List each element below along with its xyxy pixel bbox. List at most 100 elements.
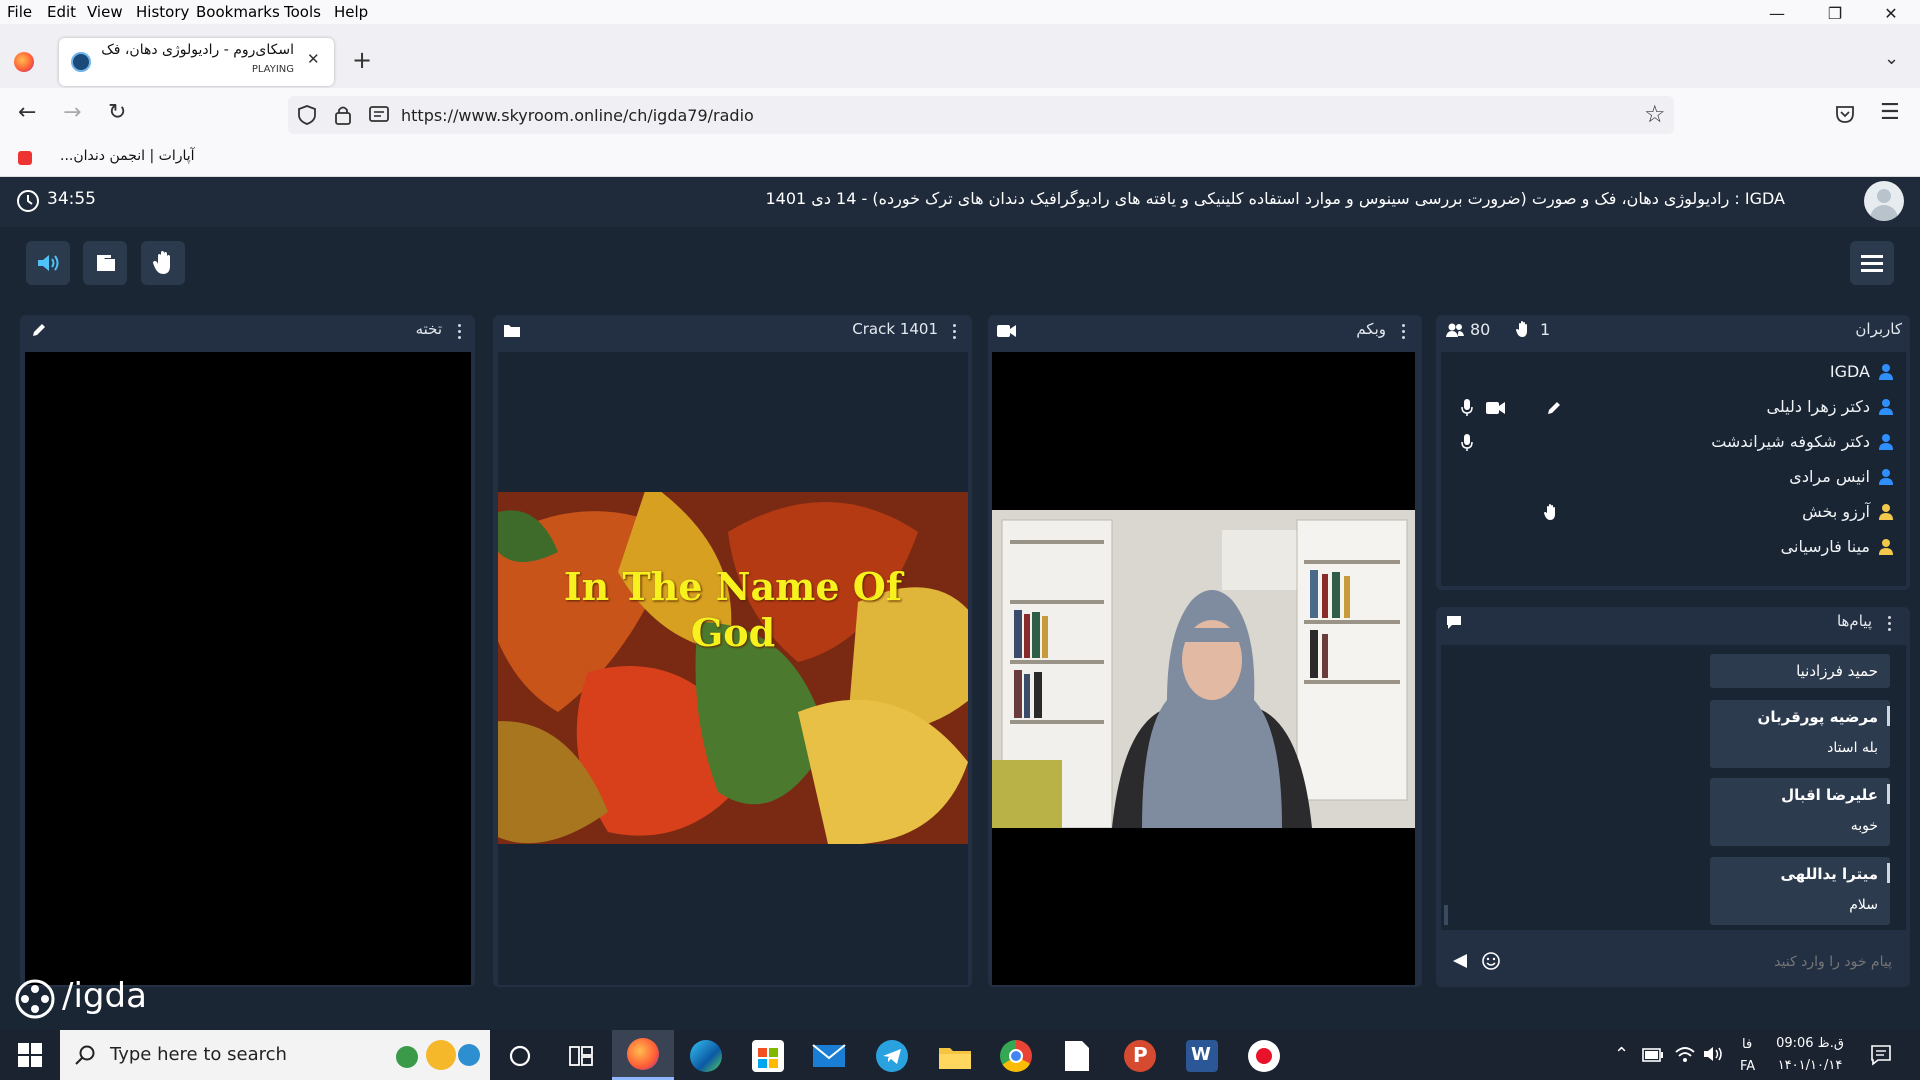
new-tab-icon[interactable]: + xyxy=(352,46,372,74)
close-window-icon[interactable]: ✕ xyxy=(1876,4,1906,24)
page-info-icon[interactable] xyxy=(368,105,390,125)
reload-icon[interactable]: ↻ xyxy=(108,100,126,125)
menu-help[interactable]: Help xyxy=(334,3,368,21)
emoji-icon[interactable] xyxy=(1481,951,1501,971)
board-title: تخته xyxy=(415,320,442,338)
message-input[interactable] xyxy=(1500,944,1894,980)
windows-start-icon[interactable] xyxy=(18,1043,42,1067)
messages-title: پیام‌ها xyxy=(1836,612,1872,630)
user-name: آرزو بخش xyxy=(1802,502,1870,521)
raised-hands-icon xyxy=(1516,321,1527,337)
store-icon[interactable] xyxy=(752,1040,784,1072)
users-title: کاربران xyxy=(1855,320,1902,338)
taskbar-search-box[interactable]: Type here to search xyxy=(60,1030,490,1080)
speaker-button[interactable] xyxy=(26,241,70,285)
list-item[interactable]: دکتر زهرا دلیلی xyxy=(1446,392,1906,422)
bookmark-star-icon[interactable]: ☆ xyxy=(1644,100,1666,128)
back-icon[interactable]: ← xyxy=(18,100,36,125)
users-icon xyxy=(1446,323,1464,337)
show-hidden-icons-icon[interactable]: ⌃ xyxy=(1614,1044,1629,1065)
firefox-icon[interactable] xyxy=(14,52,34,72)
messages-scrollbar[interactable] xyxy=(1444,905,1448,925)
list-item: میترا یداللهی سلام xyxy=(1710,857,1890,925)
user-icon xyxy=(1879,504,1893,520)
message-sender: مرضیه پورقربان xyxy=(1757,708,1878,726)
user-name: IGDA xyxy=(1829,362,1870,381)
wifi-icon[interactable] xyxy=(1674,1044,1696,1064)
chrome-icon[interactable] xyxy=(1000,1040,1032,1072)
list-item: علیرضا اقبال خوبه xyxy=(1710,778,1890,846)
presentation-title: Crack 1401 xyxy=(852,320,938,338)
app-menu-icon[interactable]: ☰ xyxy=(1880,100,1900,125)
menu-bookmarks[interactable]: Bookmarks xyxy=(196,3,280,21)
battery-icon[interactable] xyxy=(1642,1048,1664,1062)
language-indicator-bottom[interactable]: FA xyxy=(1740,1059,1755,1074)
send-icon[interactable] xyxy=(1451,953,1469,969)
folder-icon xyxy=(97,255,115,271)
list-item: حمید فرزادنیا xyxy=(1710,654,1890,688)
menu-bar: File Edit View History Bookmarks Tools H… xyxy=(0,0,1920,24)
notepad-icon[interactable] xyxy=(1064,1040,1090,1072)
pocket-icon[interactable] xyxy=(1834,103,1856,125)
user-name: دکتر زهرا دلیلی xyxy=(1766,397,1870,416)
mail-icon[interactable] xyxy=(812,1042,846,1070)
restore-icon[interactable]: ❐ xyxy=(1820,4,1850,24)
task-view-icon[interactable] xyxy=(568,1044,594,1068)
telegram-icon[interactable] xyxy=(876,1040,908,1072)
menu-edit[interactable]: Edit xyxy=(47,3,76,21)
board-options-icon[interactable] xyxy=(458,324,462,340)
url-text[interactable]: https://www.skyroom.online/ch/igda79/rad… xyxy=(401,106,754,125)
users-count: 80 xyxy=(1470,320,1491,339)
browser-tab[interactable]: اسکای‌روم - رادیولوژی دهان، فک PLAYING ✕ xyxy=(59,38,334,86)
volume-icon[interactable] xyxy=(1702,1044,1724,1064)
shield-icon[interactable] xyxy=(296,104,318,126)
screen-recorder-icon[interactable] xyxy=(1248,1040,1280,1072)
edge-icon[interactable] xyxy=(690,1040,722,1072)
list-item[interactable]: آرزو بخش xyxy=(1446,497,1906,527)
lock-icon[interactable] xyxy=(334,104,352,126)
watermark-text: /igda xyxy=(62,976,147,1016)
url-bar[interactable]: https://www.skyroom.online/ch/igda79/rad… xyxy=(288,96,1674,134)
list-item[interactable]: مینا فارسیانی xyxy=(1446,532,1906,562)
board-canvas[interactable] xyxy=(25,352,471,985)
pen-icon xyxy=(33,324,45,336)
webcam-options-icon[interactable] xyxy=(1402,324,1406,340)
taskbar-firefox-active[interactable] xyxy=(612,1030,674,1080)
raised-hands-count: 1 xyxy=(1540,320,1551,339)
presentation-options-icon[interactable] xyxy=(953,324,957,340)
menu-file[interactable]: File xyxy=(7,3,32,21)
clock-time[interactable]: 09:06 ق.ظ xyxy=(1768,1036,1852,1051)
files-button[interactable] xyxy=(83,241,127,285)
menu-tools[interactable]: Tools xyxy=(284,3,321,21)
notifications-icon[interactable] xyxy=(1870,1044,1892,1066)
file-explorer-icon[interactable] xyxy=(938,1043,972,1071)
clock-date[interactable]: ۱۴۰۱/۱۰/۱۴ xyxy=(1768,1058,1852,1073)
menu-view[interactable]: View xyxy=(87,3,123,21)
messages-options-icon[interactable] xyxy=(1888,616,1892,632)
forward-icon[interactable]: → xyxy=(63,100,81,125)
message-sender: علیرضا اقبال xyxy=(1781,786,1878,804)
powerpoint-icon[interactable]: P xyxy=(1124,1040,1156,1072)
minimize-icon[interactable]: — xyxy=(1762,4,1792,24)
menu-history[interactable]: History xyxy=(136,3,189,21)
bookmark-aparat[interactable]: آپارات | انجمن دندان... xyxy=(60,148,195,164)
list-item[interactable]: IGDA xyxy=(1446,357,1906,387)
word-icon[interactable]: W xyxy=(1186,1040,1218,1072)
list-item[interactable]: دکتر شکوفه شیراندشت xyxy=(1446,427,1906,457)
raise-hand-button[interactable] xyxy=(141,241,185,285)
tab-title: اسکای‌روم - رادیولوژی دهان، فک xyxy=(101,42,294,58)
clock-icon xyxy=(17,190,39,212)
list-tabs-icon[interactable]: ⌄ xyxy=(1884,48,1899,69)
search-placeholder: Type here to search xyxy=(110,1044,287,1065)
close-tab-icon[interactable]: ✕ xyxy=(307,50,320,68)
hamburger-icon xyxy=(1861,255,1883,272)
cortana-icon[interactable] xyxy=(508,1044,532,1068)
user-name: انیس مرادی xyxy=(1789,467,1870,486)
language-indicator-top[interactable]: فا xyxy=(1742,1037,1752,1052)
avatar[interactable] xyxy=(1864,181,1904,221)
users-list-items: IGDA دکتر زهرا دلیلی دکتر شکوفه شیراندشت… xyxy=(1441,357,1906,583)
main-menu-button[interactable] xyxy=(1850,241,1894,285)
chat-icon xyxy=(1447,616,1461,629)
list-item[interactable]: انیس مرادی xyxy=(1446,462,1906,492)
camera-icon xyxy=(997,325,1016,337)
